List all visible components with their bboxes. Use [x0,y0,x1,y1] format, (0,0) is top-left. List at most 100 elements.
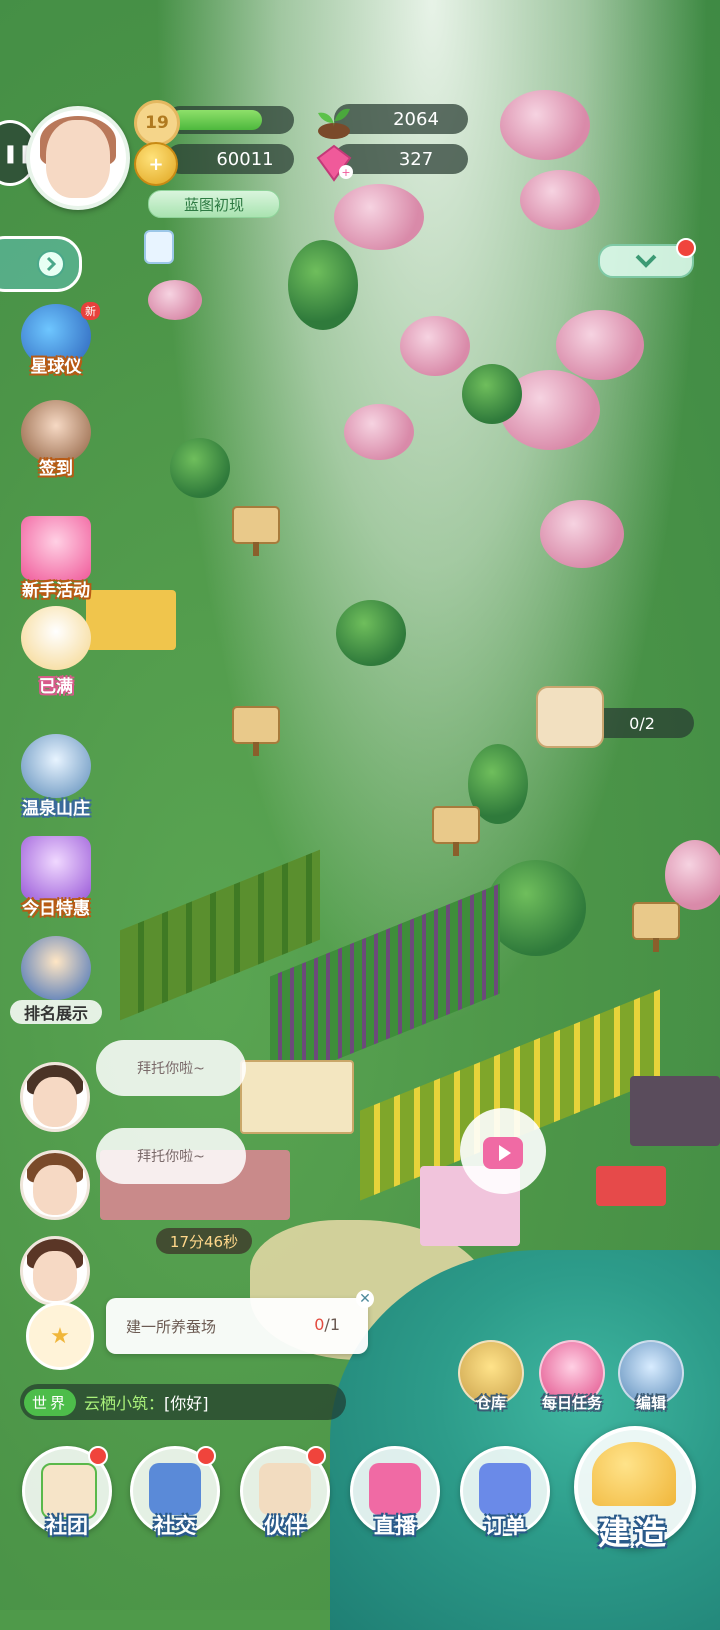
sprout-value: 2064 [393,108,439,130]
task-text: 建一所养蚕场 [126,1318,217,1336]
npc-face [33,1165,77,1215]
chat-user: 云栖小筑： [84,1394,165,1413]
xp-bar [166,106,294,134]
side-item-hot-spring[interactable]: 温泉山庄 [8,734,104,819]
notification-dot [306,1446,326,1466]
task-current: 0 [314,1315,325,1334]
plot-sign[interactable] [432,806,480,856]
chevron-right-icon [37,250,65,278]
side-item-label: 新手活动 [22,581,90,601]
level-badge: 19 [134,100,180,146]
build-timer: 17分46秒 [156,1228,252,1254]
star-icon: ★ [50,1323,70,1349]
side-item-daily-deal[interactable]: 今日特惠 [8,836,104,919]
palm-tree [462,364,522,424]
notification-dot [676,238,696,258]
chat-channel[interactable]: 世界 [24,1388,77,1416]
side-item-newbie-event[interactable]: 新手活动 [8,516,104,601]
playground-building[interactable] [240,1060,354,1134]
nav-social[interactable]: 社交 [130,1446,220,1546]
blossom-tree [400,316,470,376]
edit-button[interactable]: 编辑 [616,1340,686,1413]
blossom-tree [344,404,414,460]
nav-club[interactable]: 社团 [22,1446,112,1546]
nav-label: 伙伴 [264,1514,306,1538]
palm-tree [170,438,230,498]
side-item-label: 今日特惠 [22,899,90,919]
plot-sign[interactable] [632,902,680,952]
blossom-tree [334,184,424,250]
plot-sign[interactable] [232,506,280,556]
side-item-lucky-cat[interactable]: 已满 [8,606,104,697]
side-item-label: 星球仪 [30,357,82,377]
warehouse-label: 仓库 [475,1394,506,1412]
avatar-face [46,120,110,198]
gift-box-icon [21,516,91,580]
npc-avatar[interactable] [20,1150,90,1220]
game-map[interactable] [0,0,720,1630]
nav-orders[interactable]: 订单 [460,1446,550,1546]
warehouse-button[interactable]: 仓库 [456,1340,526,1413]
coin-value: 60011 [216,148,274,170]
npc-face [33,1077,77,1127]
chat-message: [你好] [164,1394,209,1413]
nav-partner[interactable]: 伙伴 [240,1446,330,1546]
build-timer-value: 17分46秒 [169,1232,239,1251]
live-bubble[interactable] [460,1108,546,1194]
svg-text:+: + [341,166,350,179]
nav-label: 直播 [374,1514,416,1538]
gem-icon: + [312,140,356,184]
palm-tree [486,860,586,956]
coin-icon: + [134,142,178,186]
plot-sign[interactable] [232,706,280,756]
side-item-label: 排名展示 [10,1000,102,1024]
daily-task-button[interactable]: 每日任务 [532,1340,612,1413]
new-badge: 新 [81,302,100,320]
blossom-tree [520,170,600,230]
chat-bar[interactable]: 世界 云栖小筑： [你好] [20,1384,346,1420]
buff-icon[interactable] [144,230,174,264]
npc-speech-bubble: 拜托你啦~ [96,1128,246,1184]
task-scroll-icon[interactable]: ★ [26,1302,94,1370]
npc-avatar[interactable] [20,1062,90,1132]
daily-task-label: 每日任务 [541,1394,602,1412]
nav-live[interactable]: 直播 [350,1446,440,1546]
ranking-character-icon [21,936,91,1000]
gem-value: 327 [398,148,434,170]
side-item-checkin[interactable]: 签到 [8,400,104,479]
lucky-cat-icon [21,606,91,670]
side-item-globe[interactable]: 新 星球仪 [8,302,104,377]
build-label: 建造 [597,1514,670,1552]
train [596,1166,666,1206]
nav-label: 社交 [154,1514,196,1538]
side-item-label: 已满 [39,677,73,697]
notification-dot [88,1446,108,1466]
side-item-ranking[interactable]: 排名展示 [8,936,104,1024]
npc-avatar[interactable] [20,1236,90,1306]
cocoon-icon[interactable] [536,686,604,748]
player-avatar[interactable] [26,106,130,210]
npc-speech-bubble: 拜托你啦~ [96,1040,246,1096]
play-icon [483,1137,523,1169]
xp-fill [170,110,263,130]
edit-label: 编辑 [635,1394,666,1412]
expand-left-button[interactable] [0,236,82,292]
blossom-tree [500,90,590,160]
house[interactable] [630,1076,720,1146]
blossom-tree [540,500,624,568]
side-item-label: 温泉山庄 [22,799,90,819]
close-icon[interactable]: ✕ [356,1290,374,1308]
blossom-tree [665,840,720,910]
task-total: /1 [324,1315,340,1334]
side-item-label: 签到 [39,459,73,479]
coin-counter[interactable]: 60011 [166,144,294,174]
build-button[interactable]: 建造 [574,1426,696,1556]
deal-box-icon [21,836,91,900]
blossom-tree [556,310,644,380]
player-title-ribbon[interactable]: 蓝图初现 [148,190,280,218]
chevron-down-icon [635,254,657,268]
sprout-icon [312,97,356,141]
nav-label: 订单 [484,1514,526,1538]
harvest-counter[interactable]: 0/2 [590,708,694,738]
task-card[interactable]: 建一所养蚕场 0/1 ✕ [106,1290,374,1354]
